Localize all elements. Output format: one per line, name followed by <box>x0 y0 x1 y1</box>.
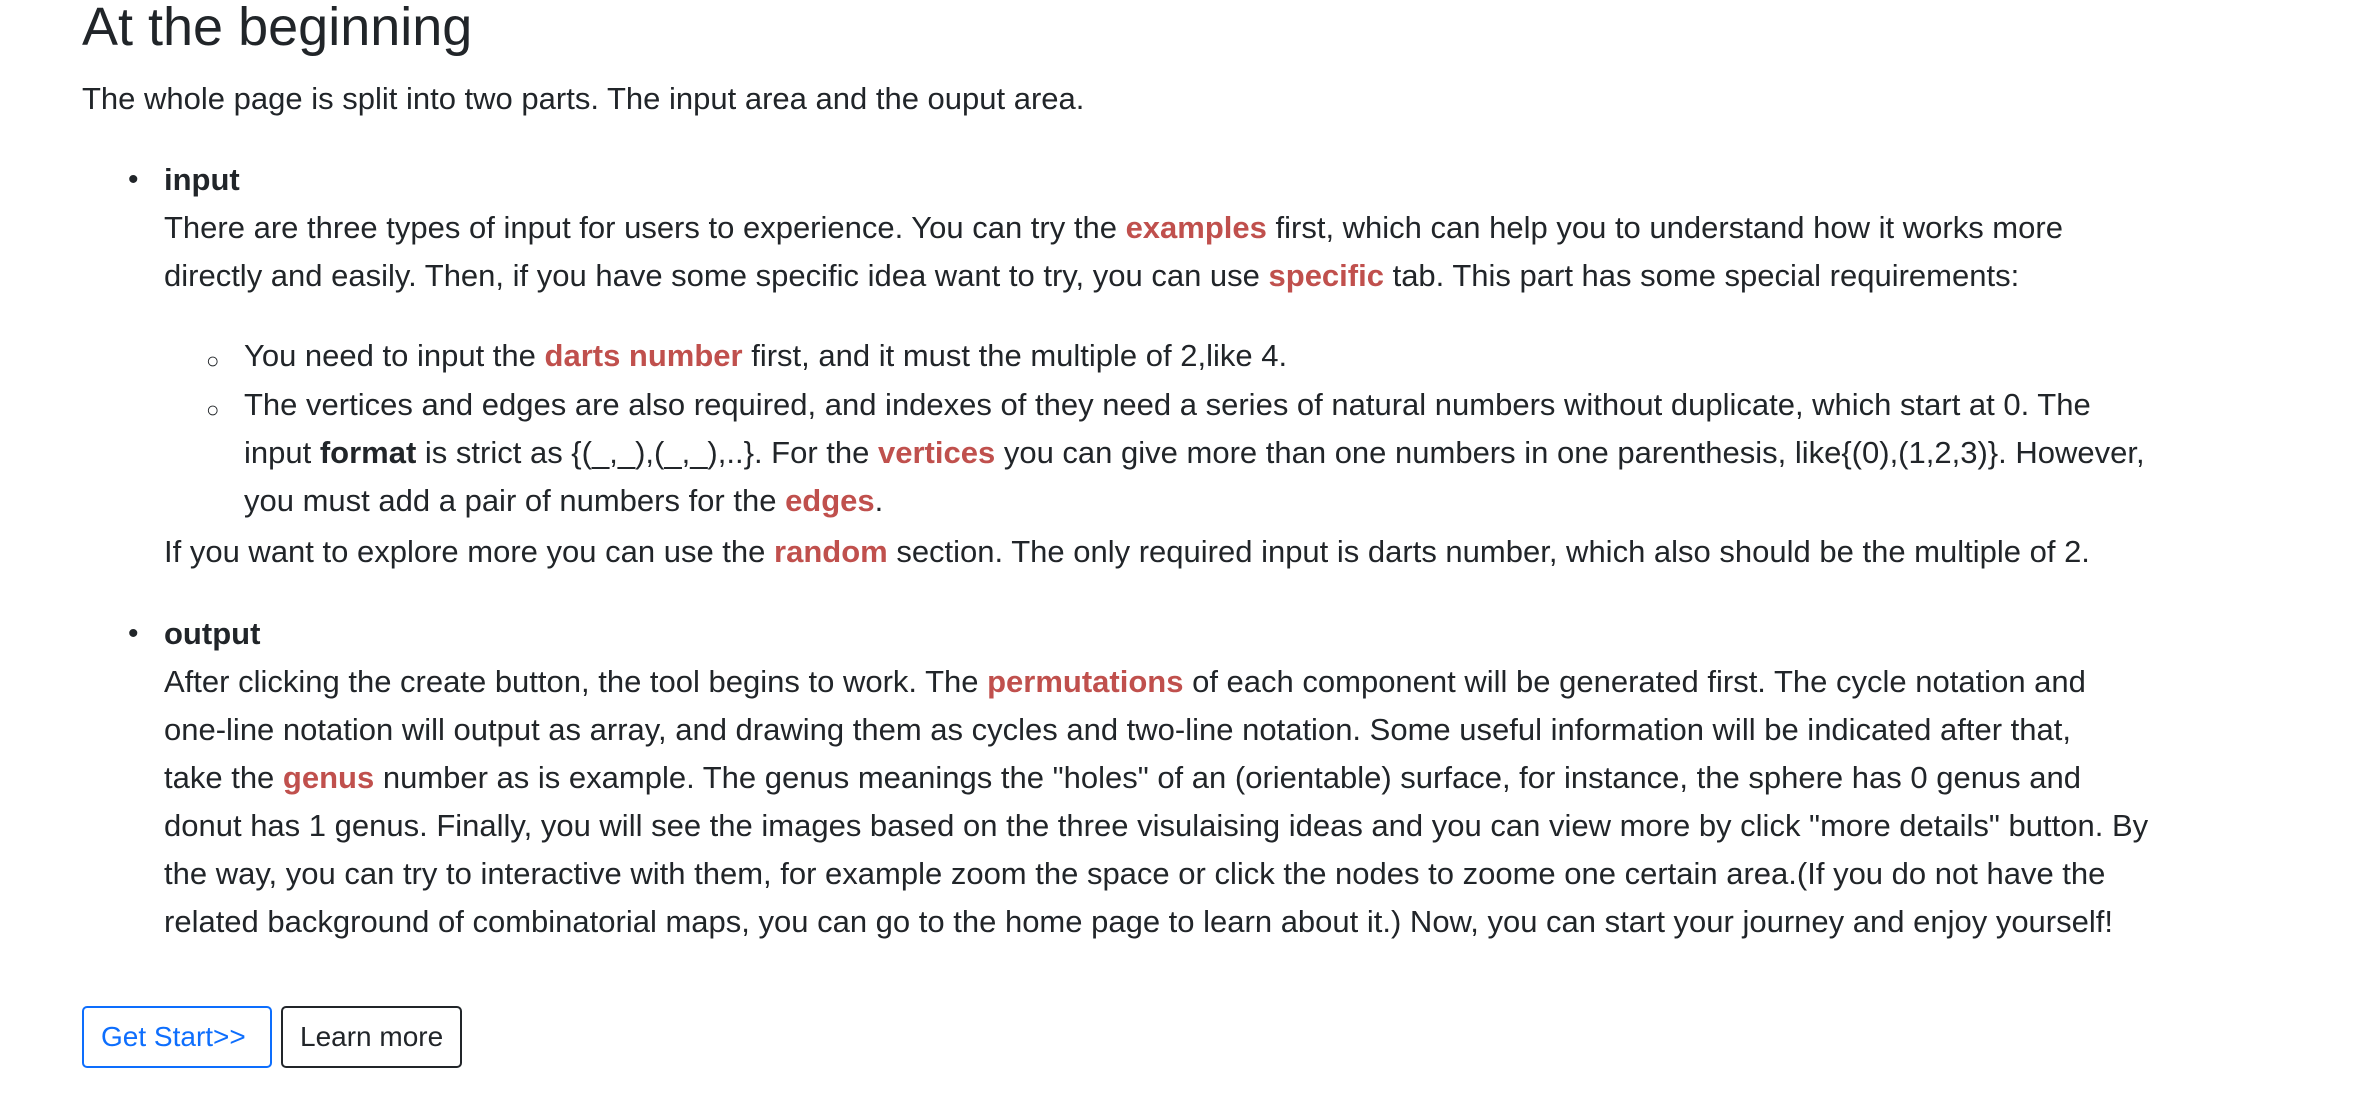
bullet-icon: • <box>128 617 139 650</box>
edges-highlight: edges <box>785 483 875 518</box>
format-bold: format <box>319 435 417 470</box>
input-line-2: directly and easily. Then, if you have s… <box>164 258 2020 293</box>
get-start-button[interactable]: Get Start>> <box>82 1006 272 1068</box>
output-title: output <box>164 616 261 651</box>
sub-item-darts: You need to input the darts number first… <box>244 338 1288 373</box>
random-paragraph: If you want to explore more you can use … <box>164 534 2090 569</box>
bullet-icon: • <box>128 163 139 196</box>
learn-more-button[interactable]: Learn more <box>281 1006 462 1068</box>
sub-item-vertices-edges: The vertices and edges are also required… <box>244 387 2145 518</box>
random-highlight: random <box>774 534 888 569</box>
input-paragraph: There are three types of input for users… <box>164 204 2364 300</box>
input-line-1: There are three types of input for users… <box>164 210 2063 245</box>
intro-text: The whole page is split into two parts. … <box>82 81 1085 116</box>
examples-highlight: examples <box>1125 210 1267 245</box>
input-title: input <box>164 162 240 197</box>
circle-bullet-icon: ○ <box>206 397 220 422</box>
permutations-highlight: permutations <box>987 664 1184 699</box>
genus-highlight: genus <box>282 760 375 795</box>
output-paragraph: After clicking the create button, the to… <box>164 664 2149 939</box>
page-title: At the beginning <box>82 0 473 57</box>
vertices-highlight: vertices <box>878 435 996 470</box>
circle-bullet-icon: ○ <box>206 348 220 373</box>
specific-highlight: specific <box>1268 258 1384 293</box>
darts-number-highlight: darts number <box>544 338 743 373</box>
